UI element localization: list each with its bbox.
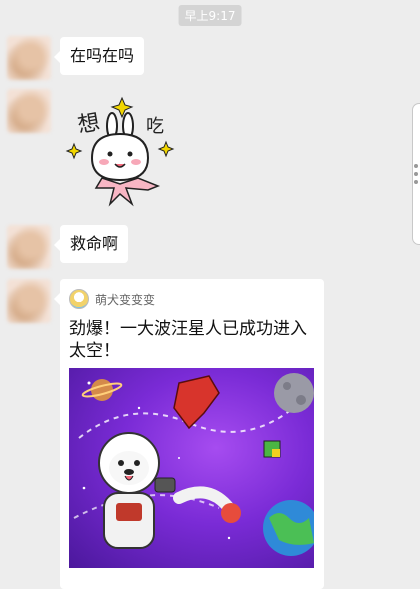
bunny-eye — [107, 151, 113, 157]
avatar[interactable] — [7, 36, 51, 80]
moon — [274, 373, 314, 413]
bunny-cheek — [131, 159, 141, 165]
bunny-eye — [127, 151, 133, 157]
message-timestamp: 早上9:17 — [178, 5, 242, 26]
bunny-body — [90, 132, 150, 182]
article-source: 萌犬变变变 — [69, 289, 155, 309]
sparkle — [157, 140, 175, 158]
avatar[interactable] — [7, 225, 51, 269]
bunny-cheek — [99, 159, 109, 165]
article-title: 劲爆！一大波汪星人已成功进入太空！ — [69, 319, 307, 362]
lobster-figure — [173, 375, 220, 430]
sticker-message[interactable]: 想 吃 — [62, 92, 182, 210]
sticker-text-right: 吃 — [146, 116, 164, 137]
source-avatar — [69, 289, 89, 309]
article-cover-image — [69, 368, 314, 568]
bunny-sticker: 想 吃 — [65, 96, 175, 207]
bunny-scarf — [94, 177, 161, 207]
article-card[interactable]: 萌犬变变变 劲爆！一大波汪星人已成功进入太空！ — [54, 279, 324, 589]
message-bubble[interactable]: 在吗在吗 — [53, 37, 145, 75]
message-text: 救命啊 — [70, 234, 119, 253]
message-bubble[interactable]: 救命啊 — [53, 225, 129, 263]
sticker-text-left: 想 — [76, 110, 102, 138]
avatar[interactable] — [7, 279, 51, 323]
side-drawer-handle[interactable] — [412, 103, 420, 245]
message-text: 在吗在吗 — [70, 46, 135, 65]
sparkle — [65, 142, 83, 160]
avatar[interactable] — [7, 89, 51, 133]
source-name: 萌犬变变变 — [95, 292, 156, 307]
ringed-planet — [91, 379, 113, 401]
